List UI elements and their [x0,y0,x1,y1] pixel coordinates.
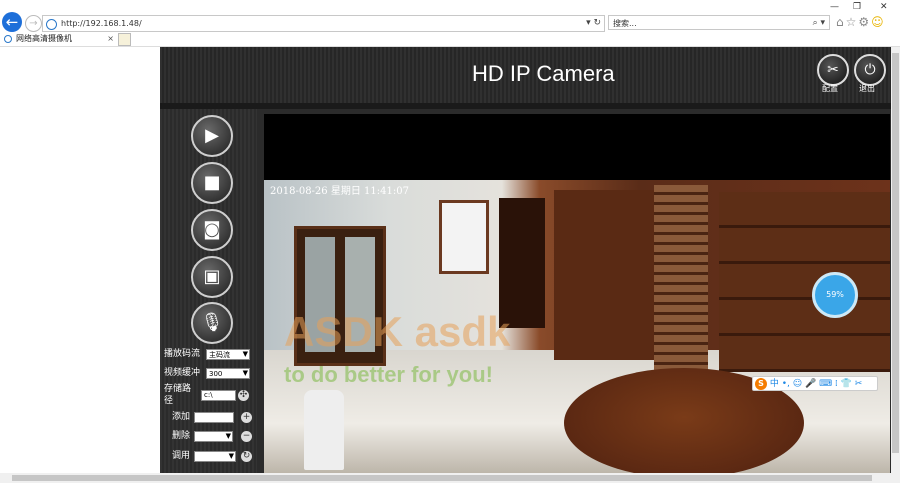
video-viewer[interactable]: 2018-08-26 星期日 11:41:07 ASDK asdk to do … [264,114,890,473]
new-tab-button[interactable] [118,33,131,46]
buffer-value: 300 [209,370,223,378]
video-camera-icon: ▣ [203,266,221,287]
display-shelf [719,192,890,372]
logout-label: 退出 [859,84,875,93]
config-button[interactable]: ✂ [817,54,849,86]
forward-button[interactable]: → [25,15,42,32]
play-icon: ▶ [205,125,219,146]
browser-tab[interactable]: 网络高清摄像机 × [0,32,118,46]
window [439,200,489,274]
stop-icon: ■ [203,172,221,193]
watermark-brand: ASDK asdk [284,308,511,355]
buffer-label: 视频缓冲 [164,368,201,378]
call-preset-label: 调用 [172,451,191,461]
delete-preset-button[interactable]: − [241,431,252,442]
play-button[interactable]: ▶ [191,115,233,157]
search-box[interactable]: 搜索... ⌕ ▾ [608,15,830,30]
scroll-thumb[interactable] [892,53,899,453]
call-preset-select[interactable]: ▼ [194,451,236,462]
maximize-button[interactable]: ❐ [853,2,861,12]
close-window-button[interactable]: ✕ [880,2,888,12]
address-bar[interactable]: http://192.168.1.48/ ▾ ↻ [42,15,605,32]
stream-select[interactable]: 主码流 ▼ [206,349,250,360]
header-divider [160,103,891,109]
browse-folder-button[interactable]: ✣ [238,390,249,401]
plus-icon: + [242,412,251,422]
talk-button[interactable]: 🎙 [191,302,233,344]
camera-icon: ◙ [203,219,221,240]
chevron-down-icon: ▼ [225,432,231,440]
delete-preset-select[interactable]: ▼ [194,431,233,442]
delete-preset-label: 删除 [172,431,191,441]
add-preset-button[interactable]: + [241,412,252,423]
config-label: 配置 [822,84,838,93]
high-chair [304,390,344,470]
add-preset-label: 添加 [172,412,191,422]
stream-value: 主码流 [209,351,230,359]
folder-browse-icon: ✣ [239,390,248,400]
stream-label: 播放码流 [164,349,201,359]
home-icon[interactable]: ⌂ [836,15,846,29]
chevron-down-icon: ▼ [228,452,234,460]
back-button[interactable]: ← [2,12,22,32]
power-icon: ⏻ [864,62,876,78]
app-header: HD IP Camera ✂ 配置 ⏻ 退出 [160,47,891,103]
arrow-icon: ↻ [242,451,251,461]
tab-title: 网络高清摄像机 [16,34,72,43]
osd-timestamp: 2018-08-26 星期日 11:41:07 [270,186,409,197]
favorites-star-icon[interactable]: ☆ [846,15,859,29]
ie-page-icon [46,19,57,30]
horizontal-scrollbar[interactable] [0,473,900,483]
wrench-screwdriver-icon: ✂ [827,62,839,78]
status-badge[interactable]: 59% [812,272,858,318]
logout-button[interactable]: ⏻ [854,54,886,86]
watermark-slogan: to do better for you! [284,362,493,387]
scroll-thumb[interactable] [12,475,872,481]
settings-gear-icon[interactable]: ⚙ [858,15,871,29]
wood-cabinet [554,190,664,360]
ime-toolbar[interactable]: S 中 •, ☺ 🎤 ⌨ ⁞ 👕 ✂ [752,376,878,391]
camera-app: HD IP Camera ✂ 配置 ⏻ 退出 ▶ ■ ◙ ▣ 🎙 播放码流 主码… [160,47,891,473]
sogou-logo-icon: S [755,378,767,390]
storage-label: 存储路径 [164,384,192,406]
record-button[interactable]: ▣ [191,256,233,298]
url-text: http://192.168.1.48/ [61,19,142,28]
control-panel: ▶ ■ ◙ ▣ 🎙 播放码流 主码流 ▼ 视频缓冲 300 ▼ 存储路径 c:\ ✣… [160,109,257,473]
add-preset-input[interactable] [194,412,234,423]
storage-path-input[interactable]: c:\ [201,390,236,401]
feedback-smiley-icon[interactable]: ☺ [871,15,886,29]
buffer-select[interactable]: 300 ▼ [206,368,250,379]
chevron-down-icon: ▼ [242,350,248,358]
minus-icon: − [242,431,251,441]
app-title: HD IP Camera [472,61,615,86]
minimize-button[interactable]: — [830,2,839,12]
tab-bar: 网络高清摄像机 × [0,32,900,47]
url-controls[interactable]: ▾ ↻ [586,16,601,31]
microphone-icon: 🎙 [200,312,224,333]
ie-tab-icon [4,35,12,43]
lattice-screen [654,185,708,375]
browser-toolbar: ← → http://192.168.1.48/ ▾ ↻ 搜索... ⌕ ▾ —… [0,0,900,32]
ime-toolbar-items[interactable]: 中 •, ☺ 🎤 ⌨ ⁞ 👕 ✂ [770,379,862,389]
tab-close-icon[interactable]: × [107,32,114,46]
vertical-scrollbar[interactable] [891,47,900,473]
stop-button[interactable]: ■ [191,162,233,204]
live-video-feed[interactable]: 2018-08-26 星期日 11:41:07 ASDK asdk to do … [264,180,890,473]
chevron-down-icon: ▼ [242,369,248,377]
snapshot-button[interactable]: ◙ [191,209,233,251]
search-placeholder: 搜索... [613,19,637,28]
search-controls[interactable]: ⌕ ▾ [813,16,825,31]
call-preset-button[interactable]: ↻ [241,451,252,462]
